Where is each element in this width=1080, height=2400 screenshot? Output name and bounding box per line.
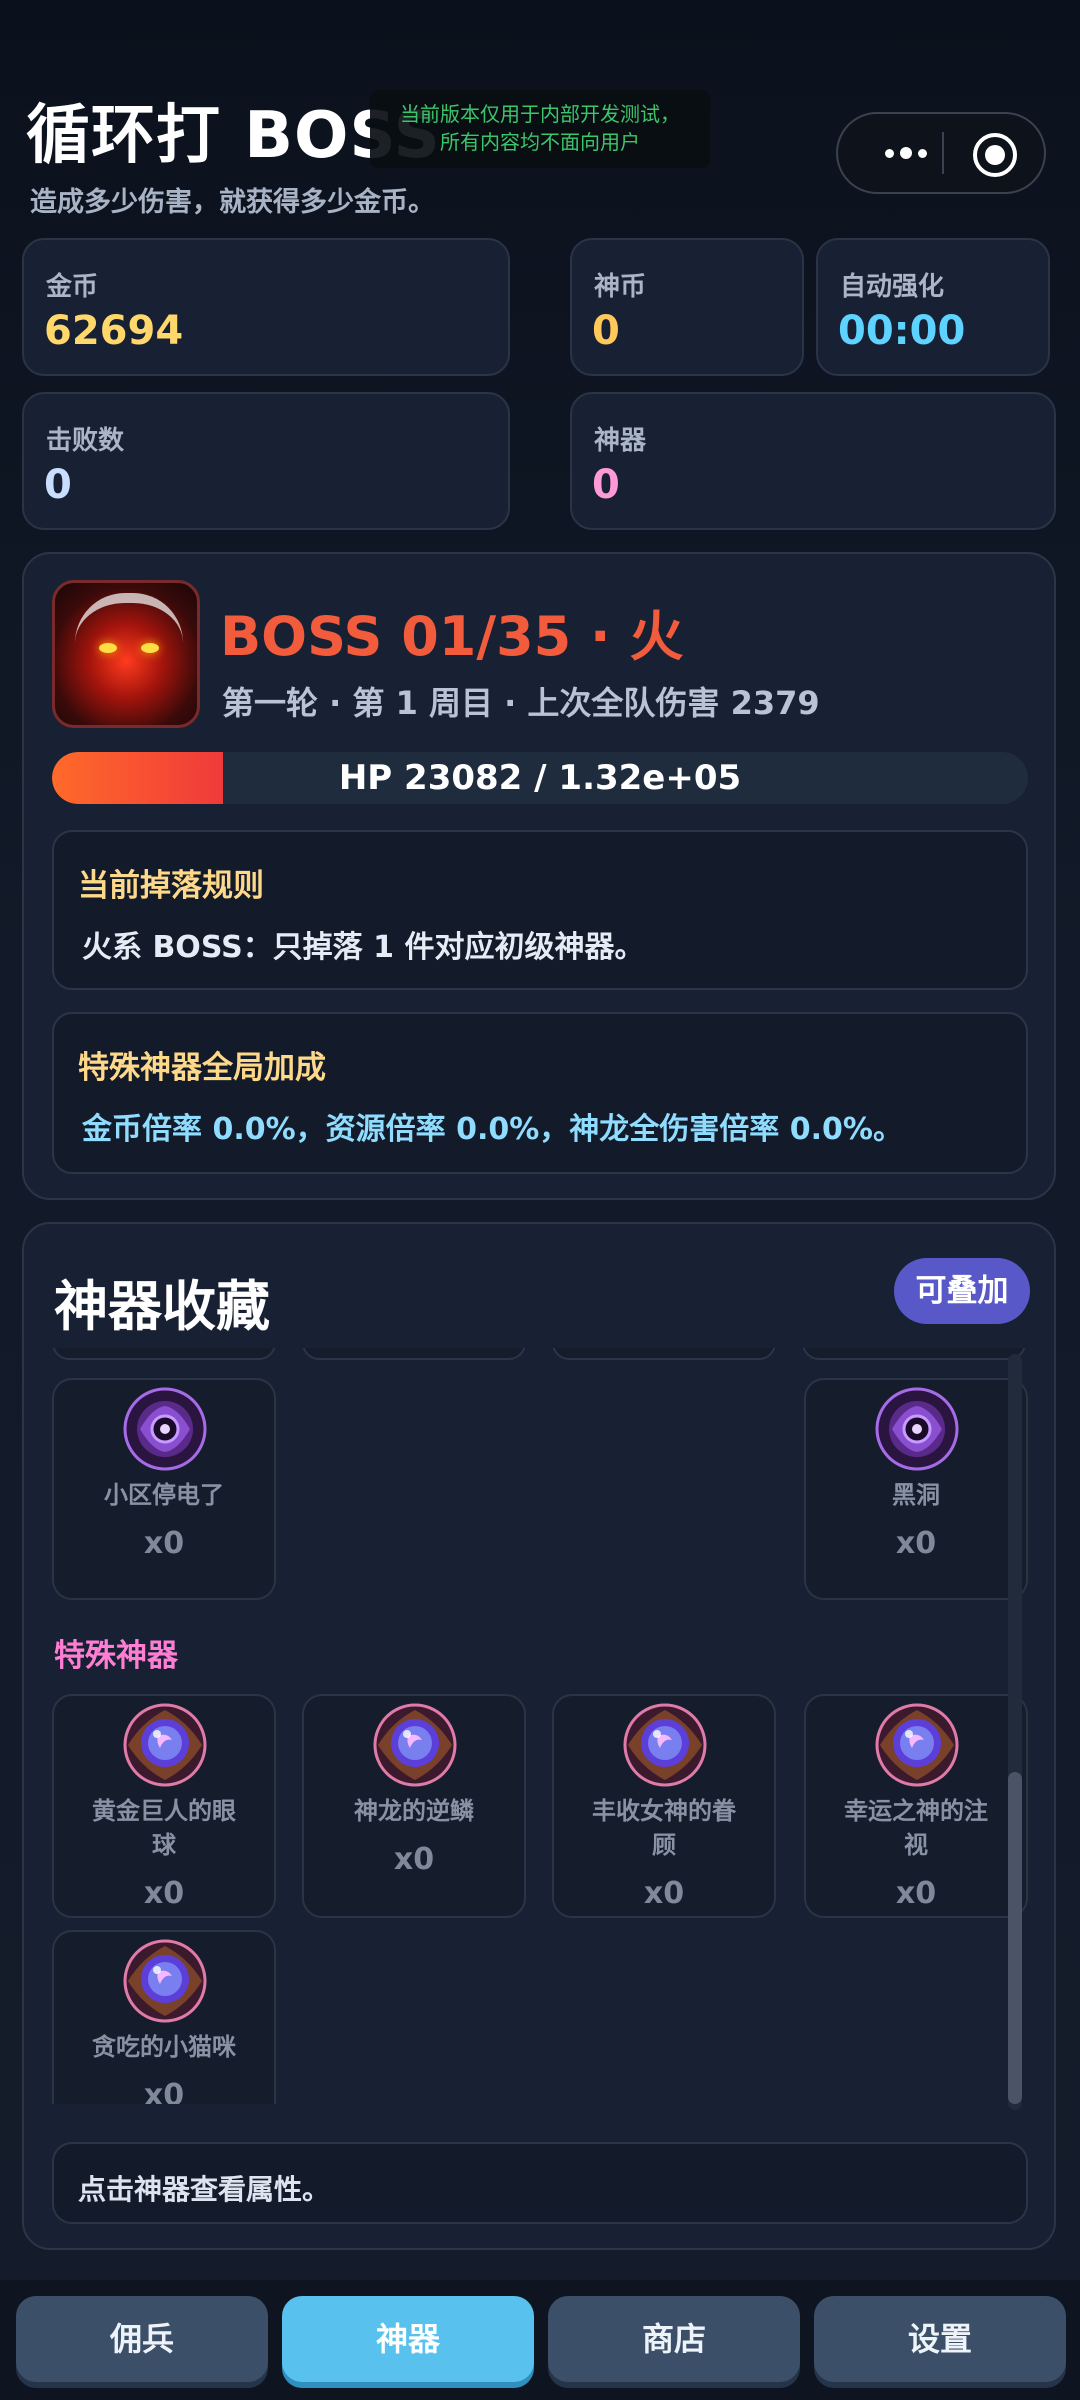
artifact-name-line-1: 丰收女神的眷 [592, 1797, 736, 1825]
stat-card-artifacts: 神器 0 [570, 392, 1056, 530]
hint-text: 点击神器查看属性。 [78, 2173, 331, 2206]
dark-eye-icon [123, 1387, 207, 1471]
artifact-collection-panel: 神器收藏 可叠加 小区停电了 x0 黑洞 x0 特殊神器 黄金巨人的眼 球 x0… [22, 1222, 1056, 2250]
dev-notice-line-1: 当前版本仅用于内部开发测试， [400, 102, 680, 126]
more-icon[interactable] [866, 114, 946, 192]
drop-rule-title: 当前掉落规则 [78, 868, 264, 904]
global-bonus-title: 特殊神器全局加成 [78, 1050, 326, 1086]
auto-upgrade-label: 自动强化 [840, 272, 945, 302]
artifact-tile-harvest-goddess[interactable]: 丰收女神的眷 顾 x0 [552, 1694, 776, 1918]
artifact-name-line-1: 黄金巨人的眼 [92, 1797, 236, 1825]
collection-scroll-area[interactable]: 小区停电了 x0 黑洞 x0 特殊神器 黄金巨人的眼 球 x0 神龙的逆鳞 x0… [52, 1348, 1052, 2104]
boss-avatar[interactable] [52, 580, 200, 728]
global-bonus-box: 特殊神器全局加成 金币倍率 0.0%，资源倍率 0.0%，神龙全伤害倍率 0.0… [52, 1012, 1028, 1174]
capsule-divider [942, 132, 944, 174]
tab-artifacts[interactable]: 神器 [282, 2296, 534, 2382]
artifact-name: 小区停电了 [104, 1481, 224, 1509]
dev-notice-toast: 当前版本仅用于内部开发测试， 所有内容均不面向用户 [370, 90, 710, 168]
artifact-tile-black-hole[interactable]: 黑洞 x0 [804, 1378, 1028, 1600]
artifact-name: 黑洞 [892, 1481, 940, 1509]
stat-card-gold: 金币 62694 [22, 238, 510, 376]
artifact-name-line-2: 视 [904, 1831, 928, 1859]
partial-tile [802, 1348, 1026, 1360]
artifact-count: x0 [643, 1876, 685, 1911]
artifacts-label: 神器 [594, 426, 647, 456]
defeats-label: 击败数 [46, 426, 125, 456]
artifact-count: x0 [393, 1842, 435, 1877]
close-target-icon[interactable] [973, 133, 1017, 177]
godcoin-value: 0 [592, 308, 620, 354]
collection-title: 神器收藏 [54, 1275, 270, 1338]
page-subtitle: 造成多少伤害，就获得多少金币。 [30, 187, 435, 218]
special-artifacts-heading: 特殊神器 [54, 1638, 178, 1674]
scrollbar-thumb[interactable] [1008, 1772, 1022, 2104]
artifact-name-line-2: 球 [152, 1831, 176, 1859]
boss-title: BOSS 01/35 · 火 [220, 605, 684, 668]
artifact-tile-greedy-kitten[interactable]: 贪吃的小猫咪 x0 [52, 1930, 276, 2104]
auto-upgrade-value: 00:00 [838, 308, 966, 354]
boss-eyes [99, 643, 159, 655]
artifact-count: x0 [143, 1876, 185, 1911]
partial-tile [52, 1348, 276, 1360]
artifact-name-line-1: 神龙的逆鳞 [354, 1797, 474, 1825]
tab-settings[interactable]: 设置 [814, 2296, 1066, 2382]
partial-tile [552, 1348, 776, 1360]
artifact-tile-power-outage[interactable]: 小区停电了 x0 [52, 1378, 276, 1600]
boss-panel: BOSS 01/35 · 火 第一轮 · 第 1 周目 · 上次全队伤害 237… [22, 552, 1056, 1200]
artifacts-value: 0 [592, 462, 620, 508]
godcoin-label: 神币 [594, 272, 647, 302]
artifact-name-line-2: 顾 [652, 1831, 676, 1859]
crystal-orb-icon [123, 1703, 207, 1787]
miniprogram-capsule [836, 112, 1046, 194]
defeats-value: 0 [44, 462, 72, 508]
dark-eye-icon [875, 1387, 959, 1471]
drop-rule-box: 当前掉落规则 火系 BOSS：只掉落 1 件对应初级神器。 [52, 830, 1028, 990]
bottom-nav: 佣兵 神器 商店 设置 [0, 2280, 1080, 2400]
tab-mercenaries[interactable]: 佣兵 [16, 2296, 268, 2382]
drop-rule-text: 火系 BOSS：只掉落 1 件对应初级神器。 [82, 930, 645, 965]
boss-hp-bar: HP 23082 / 1.32e+05 [52, 752, 1028, 804]
boss-hp-text: HP 23082 / 1.32e+05 [338, 758, 742, 798]
artifact-tile-dragon-scale[interactable]: 神龙的逆鳞 x0 [302, 1694, 526, 1918]
tab-shop[interactable]: 商店 [548, 2296, 800, 2382]
hint-box: 点击神器查看属性。 [52, 2142, 1028, 2224]
crystal-orb-icon [123, 1939, 207, 2023]
global-bonus-text: 金币倍率 0.0%，资源倍率 0.0%，神龙全伤害倍率 0.0%。 [82, 1112, 903, 1147]
boss-round-info: 第一轮 · 第 1 周目 · 上次全队伤害 2379 [222, 684, 820, 722]
partial-tile [302, 1348, 526, 1360]
boss-horns [75, 593, 183, 643]
crystal-orb-icon [373, 1703, 457, 1787]
page: 循环打 BOSS 造成多少伤害，就获得多少金币。 当前版本仅用于内部开发测试， … [0, 0, 1080, 2400]
crystal-orb-icon [875, 1703, 959, 1787]
artifact-tile-luck-god[interactable]: 幸运之神的注 视 x0 [804, 1694, 1028, 1918]
artifact-count: x0 [895, 1526, 937, 1561]
stackable-button[interactable]: 可叠加 [894, 1258, 1030, 1324]
artifact-count: x0 [143, 2078, 185, 2104]
crystal-orb-icon [623, 1703, 707, 1787]
stat-card-godcoin: 神币 0 [570, 238, 804, 376]
gold-value: 62694 [44, 308, 184, 354]
collection-scrollbar[interactable] [1004, 1354, 1024, 2110]
stat-card-defeats: 击败数 0 [22, 392, 510, 530]
artifact-name-line-1: 幸运之神的注 [844, 1797, 988, 1825]
dev-notice-line-2: 所有内容均不面向用户 [440, 130, 640, 154]
artifact-count: x0 [143, 1526, 185, 1561]
gold-label: 金币 [46, 272, 99, 302]
artifact-tile-golden-giant-eye[interactable]: 黄金巨人的眼 球 x0 [52, 1694, 276, 1918]
artifact-count: x0 [895, 1876, 937, 1911]
artifact-name-line-1: 贪吃的小猫咪 [92, 2033, 236, 2061]
stat-card-auto-upgrade: 自动强化 00:00 [816, 238, 1050, 376]
